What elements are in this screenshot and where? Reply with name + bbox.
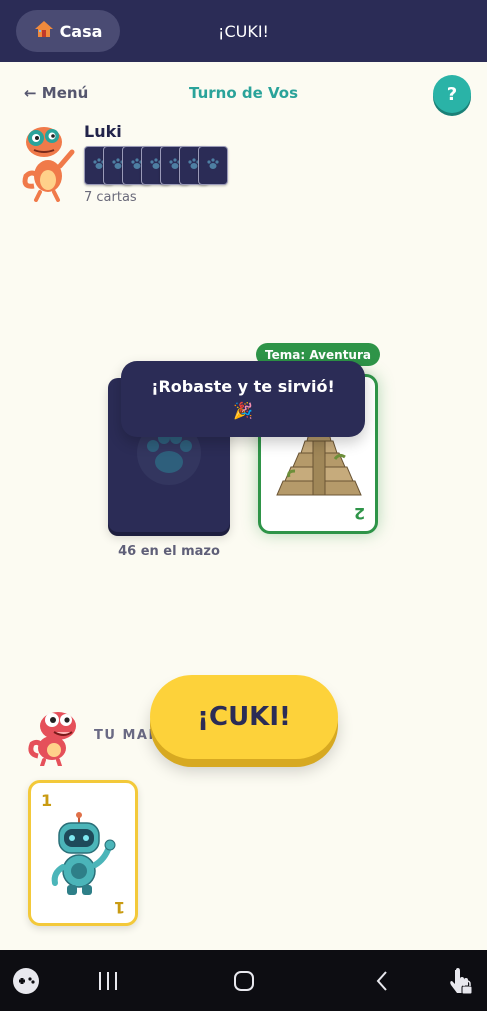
- hand-card-number-rotated: 1: [113, 898, 125, 917]
- opponent-card-back: [198, 146, 228, 185]
- draw-result-toast: ¡Robaste y te sirvió! 🎉: [121, 361, 365, 437]
- gamepad-icon[interactable]: [8, 950, 44, 1011]
- home-circle-icon[interactable]: [224, 950, 264, 1011]
- opponent-hand: [84, 146, 234, 186]
- opponent-card-count: 7 cartas: [84, 190, 137, 205]
- house-icon: [34, 19, 54, 43]
- hand-card[interactable]: 1 1: [28, 780, 138, 926]
- opponent-avatar: [20, 118, 76, 202]
- player-avatar: [26, 706, 84, 768]
- pyramid-icon: [275, 429, 363, 499]
- back-chevron-icon[interactable]: [362, 950, 402, 1011]
- robot-icon: [49, 811, 123, 897]
- top-bar: Casa ¡CUKI!: [0, 0, 487, 62]
- recents-icon[interactable]: [88, 950, 128, 1011]
- touch-lock-icon[interactable]: [440, 950, 480, 1011]
- menu-back-link[interactable]: ← Menú: [24, 84, 88, 102]
- toast-message: ¡Robaste y te sirvió!: [151, 377, 335, 396]
- paw-icon: [206, 156, 220, 175]
- help-button[interactable]: ?: [433, 75, 471, 113]
- cuki-button[interactable]: ¡CUKI!: [150, 675, 338, 759]
- opponent-name: Luki: [84, 122, 122, 141]
- home-button-label: Casa: [59, 21, 103, 41]
- system-nav-bar: [0, 950, 487, 1011]
- party-popper-icon: 🎉: [233, 401, 253, 420]
- hand-card-number: 1: [41, 791, 53, 810]
- deck-count: 46 en el mazo: [118, 544, 220, 559]
- home-button[interactable]: Casa: [16, 10, 120, 52]
- discard-card-number: 2: [353, 504, 365, 523]
